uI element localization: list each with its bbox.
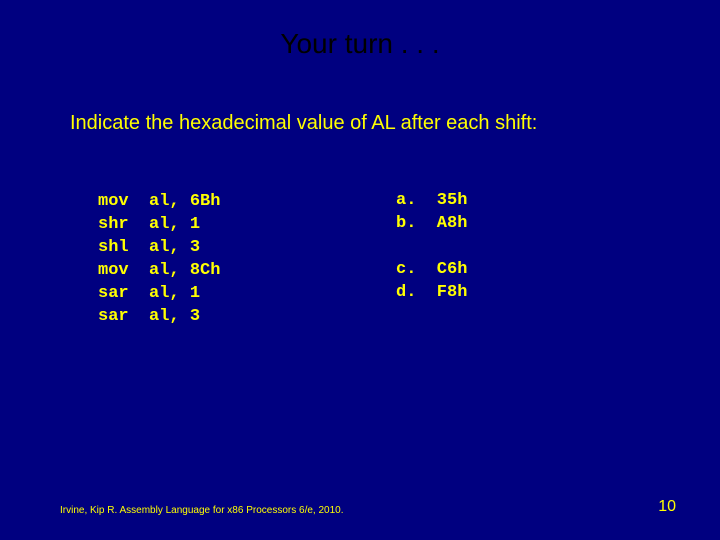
slide-title: Your turn . . . xyxy=(0,28,720,60)
code-line: mov al, 6Bh xyxy=(98,192,220,211)
code-line: sar al, 1 xyxy=(98,284,200,303)
answers-block: a. 35h b. A8h c. C6h d. F8h xyxy=(396,190,467,305)
code-block: mov al, 6Bh shr al, 1 shl al, 3 mov al, … xyxy=(98,168,220,329)
footer-citation: Irvine, Kip R. Assembly Language for x86… xyxy=(60,505,344,516)
page-number: 10 xyxy=(658,498,676,516)
question-prompt: Indicate the hexadecimal value of AL aft… xyxy=(70,112,537,135)
code-line: mov al, 8Ch xyxy=(98,261,220,280)
code-line: shr al, 1 xyxy=(98,215,200,234)
code-line: sar al, 3 xyxy=(98,307,200,326)
slide: Your turn . . . Indicate the hexadecimal… xyxy=(0,0,720,540)
code-line: shl al, 3 xyxy=(98,238,200,257)
